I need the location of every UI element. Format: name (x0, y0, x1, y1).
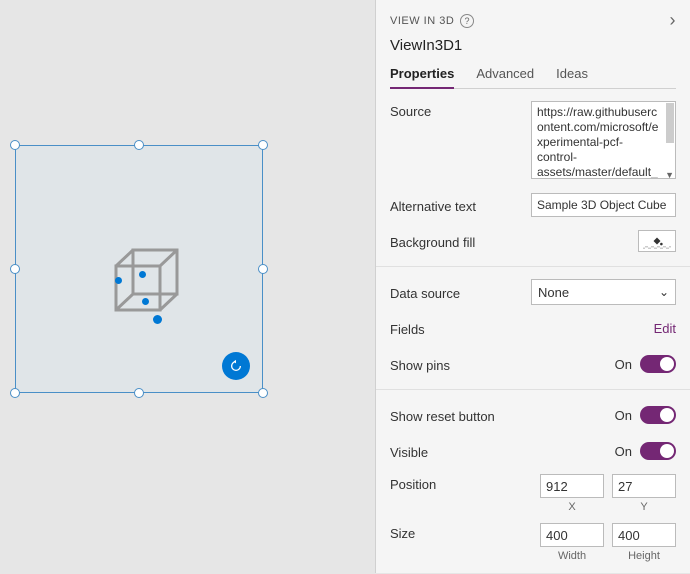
scrollbar-thumb[interactable] (666, 103, 674, 143)
position-y-input[interactable] (612, 474, 676, 498)
position-label: Position (390, 474, 540, 492)
canvas-area (0, 0, 375, 573)
fields-edit-link[interactable]: Edit (654, 321, 676, 336)
resize-handle-br[interactable] (258, 388, 268, 398)
pin-marker[interactable] (139, 271, 146, 278)
chevron-down-icon: ⌄ (659, 285, 669, 299)
size-height-input[interactable] (612, 523, 676, 547)
properties-panel: VIEW IN 3D ? › ViewIn3D1 Properties Adva… (375, 0, 690, 573)
size-width-input[interactable] (540, 523, 604, 547)
source-label: Source (390, 101, 531, 119)
fields-label: Fields (390, 319, 654, 337)
tab-bar: Properties Advanced Ideas (390, 66, 676, 89)
size-height-caption: Height (628, 550, 660, 562)
pin-marker[interactable] (115, 277, 122, 284)
visible-toggle[interactable] (640, 442, 676, 460)
resize-handle-b[interactable] (134, 388, 144, 398)
collapse-panel-button[interactable]: › (670, 10, 677, 31)
reset-view-button[interactable] (222, 352, 250, 380)
showpins-toggle[interactable] (640, 355, 676, 373)
alt-text-label: Alternative text (390, 196, 531, 214)
position-y-caption: Y (640, 501, 647, 513)
view-in-3d-control[interactable] (15, 145, 263, 393)
tab-ideas[interactable]: Ideas (556, 66, 588, 88)
showreset-label: Show reset button (390, 406, 615, 424)
dropdown-icon[interactable]: ▼ (665, 170, 674, 180)
resize-handle-t[interactable] (134, 140, 144, 150)
position-x-input[interactable] (540, 474, 604, 498)
resize-handle-l[interactable] (10, 264, 20, 274)
pin-marker[interactable] (142, 298, 149, 305)
resize-handle-tr[interactable] (258, 140, 268, 150)
reset-icon (229, 359, 243, 373)
tab-properties[interactable]: Properties (390, 66, 454, 89)
showpins-label: Show pins (390, 355, 615, 373)
source-input[interactable] (531, 101, 676, 179)
resize-handle-r[interactable] (258, 264, 268, 274)
bgfill-label: Background fill (390, 232, 531, 250)
visible-label: Visible (390, 442, 615, 460)
resize-handle-tl[interactable] (10, 140, 20, 150)
bgfill-picker[interactable] (638, 230, 676, 252)
panel-caption: VIEW IN 3D (390, 15, 454, 27)
showpins-state: On (615, 357, 632, 372)
size-label: Size (390, 523, 540, 541)
position-x-caption: X (568, 501, 575, 513)
alt-text-input[interactable] (531, 193, 676, 217)
resize-handle-bl[interactable] (10, 388, 20, 398)
object-name: ViewIn3D1 (390, 37, 676, 54)
visible-state: On (615, 444, 632, 459)
datasource-label: Data source (390, 283, 531, 301)
showreset-toggle[interactable] (640, 406, 676, 424)
datasource-value: None (538, 285, 569, 300)
help-icon[interactable]: ? (460, 14, 474, 28)
datasource-select[interactable]: None ⌄ (531, 279, 676, 305)
size-width-caption: Width (558, 550, 586, 562)
pin-marker[interactable] (153, 315, 162, 324)
showreset-state: On (615, 408, 632, 423)
tab-advanced[interactable]: Advanced (476, 66, 534, 88)
